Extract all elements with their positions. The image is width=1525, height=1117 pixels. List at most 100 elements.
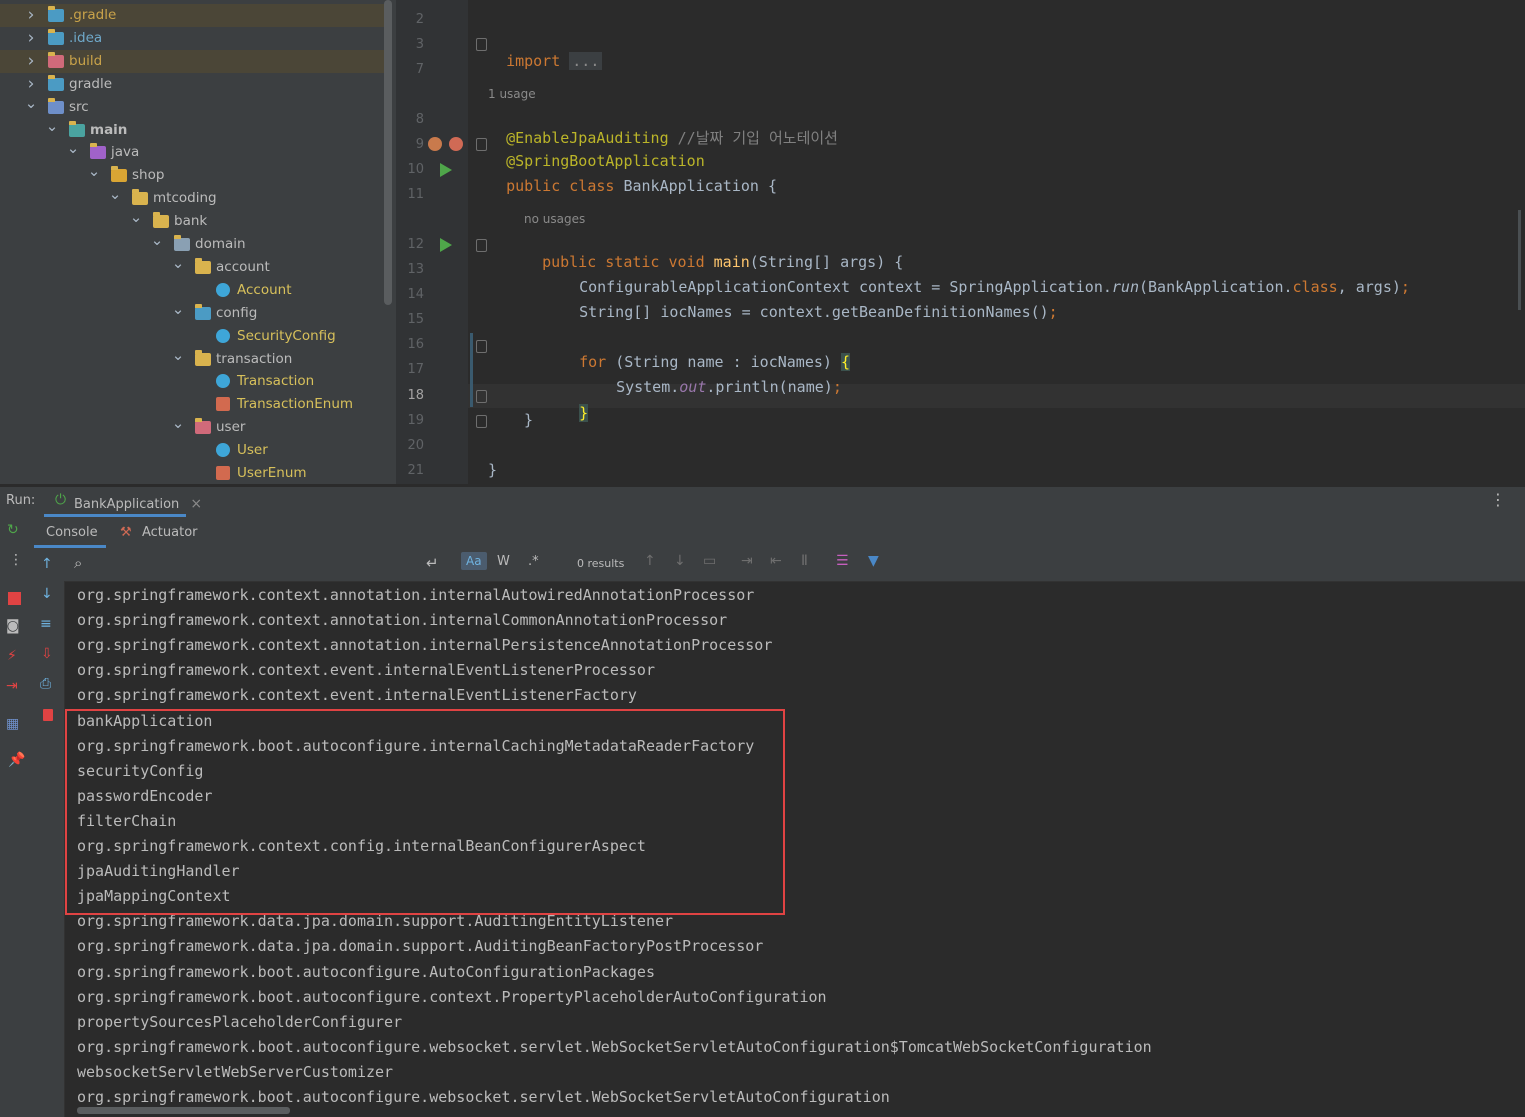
search-input[interactable] xyxy=(94,552,418,578)
add-selection-icon[interactable]: ⇥ xyxy=(741,553,753,569)
chevron-right-icon[interactable]: › xyxy=(24,50,38,73)
no-usages-hint[interactable]: no usages xyxy=(524,212,585,226)
tree-item[interactable]: › .gradle xyxy=(0,4,386,27)
console-line[interactable]: websocketServletWebServerCustomizer xyxy=(77,1063,393,1081)
fold-icon[interactable] xyxy=(476,138,487,151)
fold-icon[interactable] xyxy=(476,390,487,403)
chevron-right-icon[interactable]: › xyxy=(24,73,38,96)
enter-icon[interactable]: ↵ xyxy=(426,554,439,572)
folded-imports[interactable]: ... xyxy=(569,52,603,70)
scroll-to-end-icon[interactable]: ⇩ xyxy=(41,646,53,662)
chevron-down-icon[interactable]: ⌄ xyxy=(171,347,185,371)
code-line-17[interactable]: System.out.println(name); xyxy=(598,360,842,396)
chevron-down-icon[interactable]: ⌄ xyxy=(24,95,38,119)
filter-icon[interactable]: ▼ xyxy=(868,553,879,569)
tree-item[interactable]: ⌄ bank xyxy=(0,210,386,233)
console-line[interactable]: org.springframework.boot.autoconfigure.A… xyxy=(77,963,655,981)
chevron-down-icon[interactable]: ⌄ xyxy=(171,301,185,325)
run-config-tab[interactable]: ⏻ BankApplication × xyxy=(44,486,202,517)
trash-icon[interactable] xyxy=(43,709,53,721)
select-all-occurrences-icon[interactable]: Ⅱ xyxy=(801,553,808,569)
stop-icon[interactable] xyxy=(8,592,21,605)
layout-icon[interactable]: ▦ xyxy=(6,716,19,732)
console-line[interactable]: org.springframework.context.event.intern… xyxy=(77,661,655,679)
filter-options-icon[interactable]: ☰ xyxy=(836,553,849,569)
tree-item[interactable]: UserEnum xyxy=(0,462,386,484)
spring-icon[interactable] xyxy=(449,137,463,151)
exit-icon[interactable]: ⇥ xyxy=(6,678,18,694)
console-line[interactable]: org.springframework.context.annotation.i… xyxy=(77,611,727,629)
tree-item[interactable]: › gradle xyxy=(0,73,386,96)
chevron-right-icon[interactable]: › xyxy=(24,4,38,27)
chevron-down-icon[interactable]: ⌄ xyxy=(108,187,122,210)
console-line[interactable]: org.springframework.boot.autoconfigure.w… xyxy=(77,1088,890,1106)
tree-item[interactable]: ⌄ user xyxy=(0,416,386,439)
tree-item[interactable]: ⌄ shop xyxy=(0,164,386,187)
code-line-10[interactable]: public class BankApplication { xyxy=(488,159,777,195)
previous-occurrence-icon[interactable]: ↑ xyxy=(644,553,656,569)
more-options-icon[interactable]: ⋮ xyxy=(1490,490,1506,509)
bean-icon[interactable] xyxy=(428,137,442,151)
fold-icon[interactable] xyxy=(476,415,487,428)
console-line[interactable]: org.springframework.context.annotation.i… xyxy=(77,586,754,604)
usage-hint[interactable]: 1 usage xyxy=(488,87,536,101)
remove-selection-icon[interactable]: ⇤ xyxy=(770,553,782,569)
tree-item[interactable]: ⌄ transaction xyxy=(0,347,386,371)
chevron-down-icon[interactable]: ⌄ xyxy=(171,255,185,279)
code-line-21[interactable]: } xyxy=(488,461,497,479)
tree-item[interactable]: › .idea xyxy=(0,27,386,50)
chevron-down-icon[interactable]: ⌄ xyxy=(87,164,101,187)
console-line[interactable]: org.springframework.boot.autoconfigure.c… xyxy=(77,988,827,1006)
pin-icon[interactable]: 📌 xyxy=(8,752,25,768)
tree-scrollbar[interactable] xyxy=(384,0,392,305)
fold-icon[interactable] xyxy=(476,38,487,51)
select-all-icon[interactable]: ▭ xyxy=(703,553,716,569)
rerun-icon[interactable]: ↻ xyxy=(7,522,19,538)
tree-item[interactable]: ⌄ mtcoding xyxy=(0,187,386,210)
tree-item[interactable]: ⌄ java xyxy=(0,141,386,164)
tree-item[interactable]: Transaction xyxy=(0,370,386,393)
print-icon[interactable]: ⎙ xyxy=(40,676,51,692)
console-line[interactable]: org.springframework.context.event.intern… xyxy=(77,686,637,704)
fold-icon[interactable] xyxy=(476,340,487,353)
tree-item[interactable]: ⌄ config xyxy=(0,301,386,325)
code-line-3[interactable]: import ... xyxy=(488,34,603,70)
chevron-down-icon[interactable]: ⌄ xyxy=(150,233,164,256)
editor-scrollbar[interactable] xyxy=(1518,210,1521,310)
options-icon[interactable]: ⋮ xyxy=(9,552,23,568)
camera-icon[interactable]: ◙ xyxy=(6,618,20,634)
chevron-down-icon[interactable]: ⌄ xyxy=(66,141,80,164)
fold-icon[interactable] xyxy=(476,239,487,252)
regex-toggle[interactable]: .* xyxy=(528,554,539,569)
tab-actuator[interactable]: ⚒ Actuator xyxy=(118,518,208,548)
tree-item[interactable]: SecurityConfig xyxy=(0,325,386,348)
chevron-down-icon[interactable]: ⌄ xyxy=(129,210,143,233)
console-line[interactable]: org.springframework.boot.autoconfigure.w… xyxy=(77,1038,1152,1056)
code-line-14[interactable]: String[] iocNames = context.getBeanDefin… xyxy=(561,285,1058,321)
tree-item[interactable]: ⌄ account xyxy=(0,255,386,279)
run-class-icon[interactable] xyxy=(440,163,452,177)
console-line[interactable]: org.springframework.data.jpa.domain.supp… xyxy=(77,937,763,955)
tree-item[interactable]: TransactionEnum xyxy=(0,393,386,416)
chevron-down-icon[interactable]: ⌄ xyxy=(45,118,59,142)
run-main-icon[interactable] xyxy=(440,238,452,252)
plug-icon[interactable]: ⚡ xyxy=(7,648,17,664)
next-occurrence-icon[interactable]: ↓ xyxy=(674,553,686,569)
console-line[interactable]: propertySourcesPlaceholderConfigurer xyxy=(77,1013,402,1031)
code-line-18[interactable]: } xyxy=(561,386,589,422)
tree-item[interactable]: User xyxy=(0,439,386,462)
code-line-19[interactable]: } xyxy=(524,411,533,429)
up-arrow-icon[interactable]: ↑ xyxy=(41,556,53,572)
console-horizontal-scrollbar[interactable] xyxy=(77,1107,290,1114)
words-toggle[interactable]: W xyxy=(497,554,510,569)
down-arrow-icon[interactable]: ↓ xyxy=(41,586,53,602)
soft-wrap-icon[interactable]: ≡ xyxy=(40,616,52,632)
console-line[interactable]: org.springframework.context.annotation.i… xyxy=(77,636,772,654)
chevron-right-icon[interactable]: › xyxy=(24,27,38,50)
tab-console[interactable]: Console xyxy=(34,518,106,548)
tree-item[interactable]: ⌄ main xyxy=(0,118,386,142)
tree-item[interactable]: › build xyxy=(0,49,386,73)
chevron-down-icon[interactable]: ⌄ xyxy=(171,416,185,439)
tree-item[interactable]: ⌄ src xyxy=(0,95,386,119)
match-case-toggle[interactable]: Aa xyxy=(461,552,487,570)
